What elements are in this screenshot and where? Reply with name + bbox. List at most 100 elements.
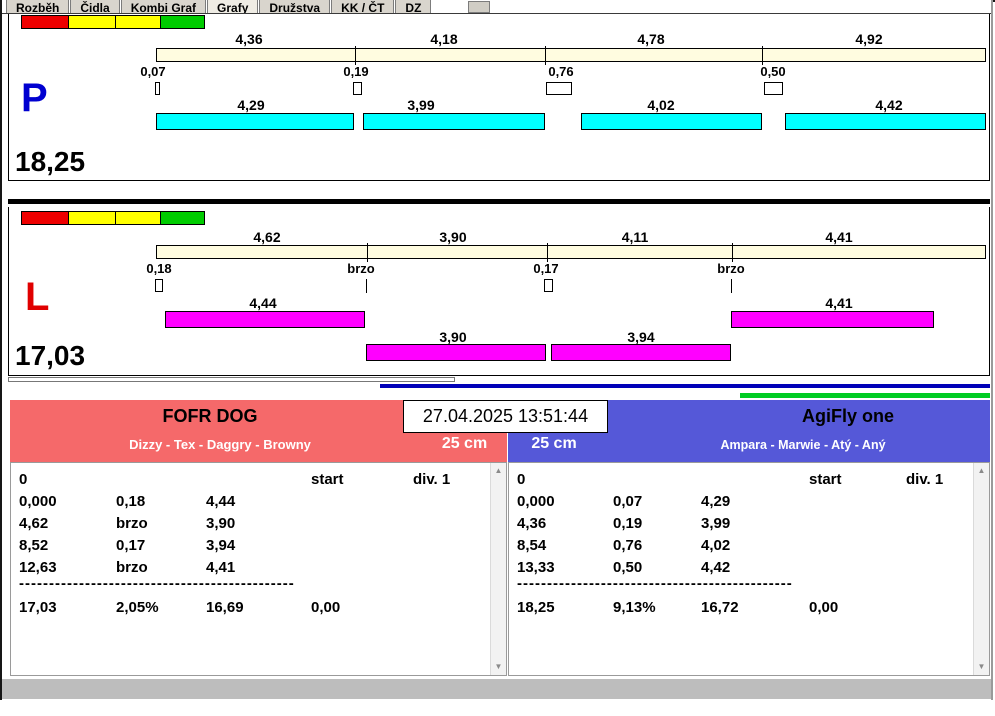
table-cell: start	[809, 471, 842, 488]
split-divider	[547, 243, 548, 262]
lane-l-panel: 4,62 3,90 4,11 4,41 0,18 brzo 0,17 brzo …	[8, 207, 990, 376]
table-cell: 18,25	[517, 599, 555, 616]
scroll-up-button[interactable]: ▲	[491, 463, 506, 479]
table-cell: 9,13%	[613, 599, 656, 616]
panel-divider	[8, 199, 990, 204]
run-bar	[785, 113, 986, 130]
reaction-box	[155, 82, 160, 95]
reaction-tick	[731, 279, 732, 293]
table-cell: brzo	[116, 515, 148, 532]
scroll-up-icon: ▲	[494, 466, 503, 475]
scrollbar[interactable]: ▲ ▼	[490, 463, 506, 675]
table-cell: 4,29	[701, 493, 731, 510]
scroll-down-icon: ▼	[977, 662, 986, 671]
table-cell: 0,17	[116, 537, 146, 554]
datetime-display: 27.04.2025 13:51:44	[403, 400, 608, 433]
split-time-label: 3,90	[439, 229, 467, 245]
split-times-bar	[156, 243, 986, 262]
reaction-time-label: brzo	[347, 261, 375, 276]
split-divider	[545, 46, 546, 65]
tab-cidla[interactable]: Čidla	[70, 0, 120, 13]
table-cell: 0,000	[19, 493, 57, 510]
scroll-down-button[interactable]: ▼	[974, 659, 989, 675]
table-cell: 0,00	[311, 599, 341, 616]
tab-grafy[interactable]: Grafy	[207, 0, 259, 13]
progress-green-bar	[740, 393, 990, 398]
legend-yellow-segment	[115, 212, 161, 224]
legend-red-segment	[22, 16, 68, 28]
table-cell: 3,90	[206, 515, 236, 532]
reaction-time-label: 0,76	[548, 64, 574, 79]
scroll-down-icon: ▼	[494, 662, 503, 671]
table-cell: 0,18	[116, 493, 146, 510]
table-cell: 16,72	[701, 599, 739, 616]
tab-kk-ct[interactable]: KK / ČT	[331, 0, 395, 13]
table-cell: 4,36	[517, 515, 547, 532]
reaction-box	[544, 279, 553, 292]
table-divider: ----------------------------------------…	[517, 575, 793, 592]
toolbar-button[interactable]	[468, 1, 491, 13]
reaction-box	[155, 279, 163, 292]
legend-red-segment	[22, 212, 68, 224]
run-time-label: 4,29	[237, 97, 265, 113]
scroll-up-button[interactable]: ▲	[974, 463, 989, 479]
run-time-label: 4,44	[249, 295, 277, 311]
reaction-box	[764, 82, 783, 95]
scrollbar[interactable]: ▲ ▼	[973, 463, 989, 675]
table-cell: div. 1	[906, 471, 944, 488]
table-cell: start	[311, 471, 344, 488]
split-times-bar	[156, 46, 986, 65]
reaction-time-label: 0,50	[760, 64, 786, 79]
progress-track	[8, 377, 455, 382]
progress-blue-bar	[380, 384, 990, 388]
status-bar	[2, 679, 991, 699]
table-cell: 0,000	[517, 493, 555, 510]
tab-rozbeh[interactable]: Rozběh	[6, 0, 70, 13]
split-time-label: 4,36	[235, 31, 263, 47]
run-bar	[363, 113, 545, 130]
lane-p-legend	[21, 15, 205, 29]
table-cell: 16,69	[206, 599, 244, 616]
lane-letter: P	[21, 76, 48, 120]
split-divider	[367, 243, 368, 262]
table-cell: 4,02	[701, 537, 731, 554]
reaction-box	[546, 82, 572, 95]
run-bar	[156, 113, 354, 130]
tab-dz[interactable]: DZ	[395, 0, 432, 13]
split-time-label: 4,62	[253, 229, 281, 245]
lane-letter: L	[25, 275, 50, 319]
table-cell: 0,76	[613, 537, 643, 554]
lane-l-legend	[21, 211, 205, 225]
table-cell: 3,99	[701, 515, 731, 532]
category-badge: 25 cm	[441, 435, 488, 452]
run-time-label: 4,42	[875, 97, 903, 113]
reaction-tick	[366, 279, 367, 293]
team-name: FOFR DOG	[162, 406, 258, 426]
split-divider	[355, 46, 356, 65]
split-time-label: 4,41	[825, 229, 853, 245]
legend-green-segment	[161, 16, 205, 28]
lane-total-time: 17,03	[15, 340, 86, 371]
table-cell: 4,41	[206, 559, 236, 576]
lane-p-panel: 4,36 4,18 4,78 4,92 0,07 0,19 0,76 0,50 …	[8, 14, 990, 181]
split-divider	[762, 46, 763, 65]
run-bar	[581, 113, 762, 130]
legend-yellow-segment	[68, 212, 115, 224]
app-window: Rozběh Čidla Kombi Graf Grafy Družstva K…	[0, 0, 995, 716]
table-cell: 0,50	[613, 559, 643, 576]
tab-kombi-graf[interactable]: Kombi Graf	[120, 0, 207, 13]
split-time-label: 4,11	[621, 229, 649, 245]
category-badge: 25 cm	[531, 435, 577, 452]
legend-yellow-segment	[115, 16, 161, 28]
team-name: AgiFly one	[801, 406, 894, 426]
reaction-box	[353, 82, 362, 95]
reaction-time-label: 0,07	[140, 64, 166, 79]
run-bar	[731, 311, 934, 328]
table-cell: 4,62	[19, 515, 49, 532]
run-time-label: 3,99	[407, 97, 435, 113]
tab-druzstva[interactable]: Družstva	[259, 0, 331, 13]
scroll-down-button[interactable]: ▼	[491, 659, 506, 675]
split-time-label: 4,78	[637, 31, 665, 47]
table-cell: 0	[19, 471, 28, 488]
table-cell: 8,52	[19, 537, 49, 554]
